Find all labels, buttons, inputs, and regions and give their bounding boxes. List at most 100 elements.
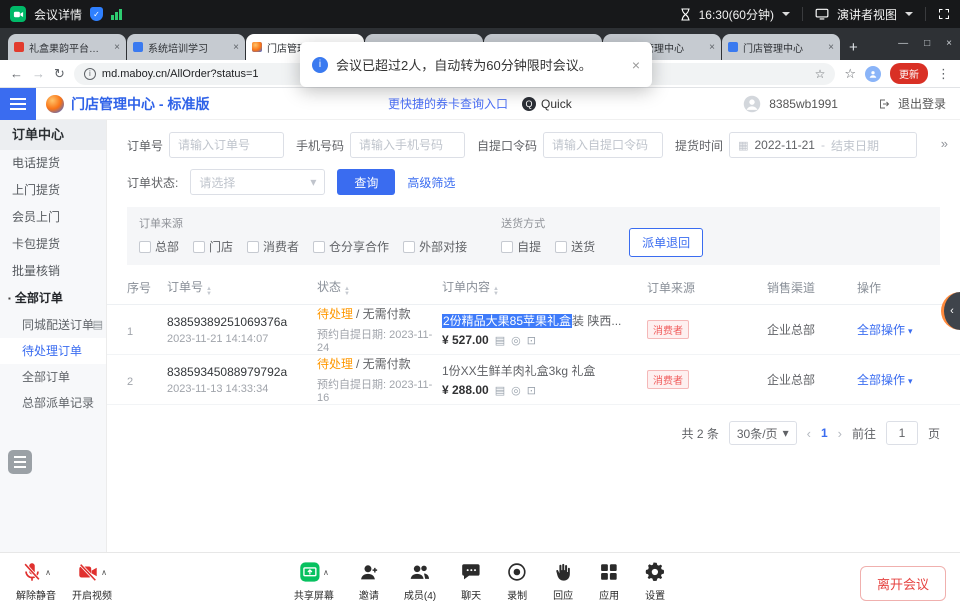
security-shield-icon[interactable]: ✓ <box>90 7 103 21</box>
share-screen-button[interactable]: ∧ 共享屏幕 <box>294 560 334 602</box>
checkbox-hq[interactable]: 总部 <box>139 238 179 255</box>
row-actions-dropdown[interactable]: 全部操作▾ <box>857 321 960 338</box>
window-close-icon[interactable]: × <box>946 38 952 49</box>
forward-icon[interactable]: → <box>32 66 45 81</box>
end-date-placeholder[interactable]: 结束日期 <box>831 137 879 154</box>
checkbox-delivery[interactable]: 送货 <box>555 238 595 255</box>
pickup-date-range[interactable]: ▦ 2022-11-21 - 结束日期 <box>729 132 917 158</box>
record-button[interactable]: 录制 <box>506 560 528 602</box>
dispatch-return-button[interactable]: 派单退回 <box>629 228 703 257</box>
search-button[interactable]: 查询 <box>337 169 395 195</box>
share-options-caret-icon[interactable]: ∧ <box>323 568 329 577</box>
invite-button[interactable]: 邀请 <box>358 560 380 602</box>
browser-tab[interactable]: 门店管理中心 × <box>722 34 840 60</box>
username[interactable]: 8385wb1991 <box>769 97 838 111</box>
next-page-icon[interactable]: › <box>838 426 842 441</box>
coupon-query-link[interactable]: 更快捷的券卡查询入口 <box>388 95 508 112</box>
order-number: 83859389251069376a <box>167 315 317 329</box>
tab-close-icon[interactable]: × <box>709 42 715 53</box>
window-minimize-icon[interactable]: — <box>898 38 908 49</box>
site-logo <box>46 95 64 113</box>
sidebar-item-door-pickup[interactable]: 上门提货 <box>0 177 106 204</box>
coupon-icon[interactable]: ◎ <box>511 385 521 397</box>
side-panel-icon[interactable]: ☆ <box>844 66 856 82</box>
remark-icon[interactable]: ⊡ <box>527 335 536 347</box>
tab-close-icon[interactable]: × <box>828 42 834 53</box>
tab-close-icon[interactable]: × <box>114 42 120 53</box>
sidebar-group-all-orders[interactable]: ▪ 全部订单 <box>0 285 106 312</box>
leave-meeting-button[interactable]: 离开会议 <box>860 566 946 601</box>
sidebar-item-card-pickup[interactable]: 卡包提货 <box>0 231 106 258</box>
checkbox-consumer[interactable]: 消费者 <box>247 238 299 255</box>
coupon-icon[interactable]: ◎ <box>511 335 521 347</box>
goto-page-input[interactable] <box>886 421 918 445</box>
profile-icon[interactable] <box>865 66 881 82</box>
camera-options-caret-icon[interactable]: ∧ <box>101 568 107 577</box>
fullscreen-icon[interactable] <box>938 8 950 20</box>
menu-kebab-icon[interactable]: ⋮ <box>937 66 950 82</box>
sidebar-item-hq-dispatch-records[interactable]: 总部派单记录 <box>0 390 106 416</box>
advanced-filter-link[interactable]: 高级筛选 <box>407 174 455 191</box>
sidebar-item-batch-verify[interactable]: 批量核销 <box>0 258 106 285</box>
new-tab-icon[interactable]: + <box>841 34 866 60</box>
thumbnail-icon[interactable]: ▤ <box>495 385 505 397</box>
sort-icon[interactable]: ▲▼ <box>206 287 212 297</box>
quick-entry[interactable]: Q Quick <box>522 97 572 111</box>
remark-icon[interactable]: ⊡ <box>527 385 536 397</box>
back-icon[interactable]: ← <box>10 66 23 81</box>
checkbox-store[interactable]: 门店 <box>193 238 233 255</box>
sidebar-item-city-delivery-orders[interactable]: 同城配送订单 ▤ <box>0 312 106 338</box>
order-no-input[interactable] <box>169 132 284 158</box>
thumbnail-icon[interactable]: ▤ <box>495 335 505 347</box>
meeting-app-icon[interactable] <box>10 6 26 22</box>
tab-close-icon[interactable]: × <box>233 42 239 53</box>
unmute-button[interactable]: ∧ 解除静音 <box>16 560 56 602</box>
page-size-select[interactable]: 30条/页 ▾ <box>729 421 797 445</box>
window-maximize-icon[interactable]: □ <box>924 38 930 49</box>
meeting-details-label[interactable]: 会议详情 <box>34 6 82 23</box>
sidebar-item-pending-orders[interactable]: 待处理订单 <box>0 338 106 364</box>
start-date-value[interactable]: 2022-11-21 <box>754 138 815 152</box>
table-row[interactable]: 1 83859389251069376a 2023-11-21 14:14:07… <box>107 305 960 355</box>
checkbox-self-pickup[interactable]: 自提 <box>501 238 541 255</box>
current-page[interactable]: 1 <box>821 426 828 440</box>
chat-button[interactable]: 聊天 <box>460 560 482 602</box>
browser-tab[interactable]: 礼盒果韵平台管理中心 × <box>8 34 126 60</box>
browser-update-button[interactable]: 更新 <box>890 63 928 84</box>
view-dropdown-icon[interactable] <box>905 12 913 20</box>
hamburger-menu-button[interactable] <box>0 88 36 120</box>
timer-dropdown-icon[interactable] <box>782 12 790 20</box>
members-button[interactable]: 成员(4) <box>404 560 436 602</box>
collapse-filters-icon[interactable]: » <box>941 136 948 151</box>
sidebar-dock-icon[interactable]: ▤ <box>93 312 103 338</box>
view-mode-label[interactable]: 演讲者视图 <box>837 6 897 23</box>
phone-input[interactable] <box>350 132 465 158</box>
prev-page-icon[interactable]: ‹ <box>807 426 811 441</box>
order-status-select[interactable]: 请选择 ▾ <box>190 169 325 195</box>
checkbox-warehouse-coop[interactable]: 仓分享合作 <box>313 238 389 255</box>
apps-button[interactable]: 应用 <box>598 560 620 602</box>
sidebar-item-phone-pickup[interactable]: 电话提货 <box>0 150 106 177</box>
sort-icon[interactable]: ▲▼ <box>493 287 499 297</box>
row-actions-dropdown[interactable]: 全部操作▾ <box>857 371 960 388</box>
settings-button[interactable]: 设置 <box>644 560 666 602</box>
floating-list-tool[interactable] <box>8 450 32 474</box>
bookmark-star-icon[interactable]: ☆ <box>815 67 826 81</box>
table-row[interactable]: 2 83859345088979792a 2023-11-13 14:33:34… <box>107 355 960 405</box>
toast-close-icon[interactable]: × <box>632 57 640 73</box>
sort-icon[interactable]: ▲▼ <box>344 287 350 297</box>
checkbox-external[interactable]: 外部对接 <box>403 238 467 255</box>
pickup-code-input[interactable] <box>543 132 663 158</box>
reload-icon[interactable]: ↻ <box>54 66 65 82</box>
logout-button[interactable]: 退出登录 <box>898 95 946 112</box>
sidebar-item-member-visit[interactable]: 会员上门 <box>0 204 106 231</box>
sidebar-item-all-orders[interactable]: 全部订单 <box>0 364 106 390</box>
site-info-icon[interactable]: i <box>84 68 96 80</box>
reactions-button[interactable]: 回应 <box>552 560 574 602</box>
mic-options-caret-icon[interactable]: ∧ <box>45 568 51 577</box>
network-signal-icon[interactable] <box>111 9 122 20</box>
start-video-button[interactable]: ∧ 开启视频 <box>72 560 112 602</box>
members-icon <box>409 561 431 583</box>
sidebar-section-order-center[interactable]: 订单中心 <box>0 120 106 150</box>
browser-tab[interactable]: 系统培训学习 × <box>127 34 245 60</box>
